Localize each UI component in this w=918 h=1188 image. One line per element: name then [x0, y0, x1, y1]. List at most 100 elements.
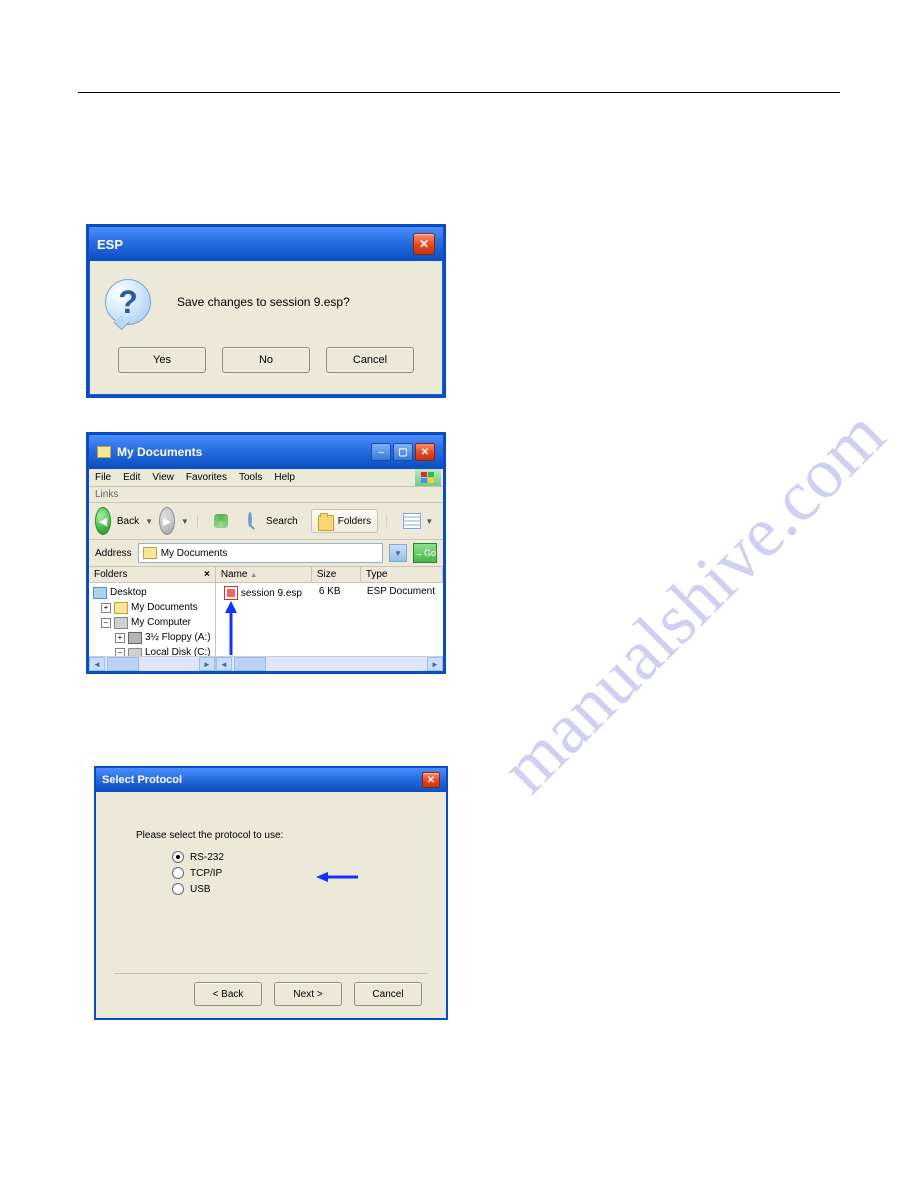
tree-floppy[interactable]: +3½ Floppy (A:): [93, 630, 211, 645]
file-row[interactable]: session 9.esp 6 KB ESP Document: [219, 585, 440, 601]
up-button[interactable]: [207, 509, 235, 533]
chevron-down-icon: ▼: [394, 549, 402, 558]
folders-scrollbar[interactable]: ◄ ►: [89, 656, 215, 671]
search-button[interactable]: Search: [241, 509, 305, 533]
menu-view[interactable]: View: [152, 472, 174, 483]
desktop-icon: [93, 587, 107, 599]
titlebar[interactable]: ESP ✕: [89, 227, 443, 261]
menu-help[interactable]: Help: [274, 472, 295, 483]
close-icon: ✕: [419, 237, 429, 251]
back-button[interactable]: < Back: [194, 982, 262, 1006]
tree-label: Local Disk (C:): [145, 645, 211, 656]
scroll-left-icon[interactable]: ◄: [89, 657, 105, 671]
scroll-right-icon[interactable]: ►: [427, 657, 443, 671]
address-dropdown-button[interactable]: ▼: [389, 544, 407, 562]
address-bar: Address My Documents ▼ → Go: [89, 540, 443, 567]
collapse-icon[interactable]: –: [115, 648, 125, 657]
titlebar[interactable]: Select Protocol ✕: [96, 768, 446, 792]
sort-asc-icon: ▲: [250, 572, 257, 579]
views-button[interactable]: ▼: [396, 509, 440, 533]
links-bar: Links: [89, 487, 443, 503]
scroll-thumb[interactable]: [234, 657, 266, 671]
tree-localc[interactable]: – Local Disk (C:): [93, 645, 211, 656]
minimize-button[interactable]: –: [371, 443, 391, 461]
collapse-icon[interactable]: –: [101, 618, 111, 628]
close-icon: ✕: [427, 775, 435, 786]
file-size: 6 KB: [314, 585, 362, 601]
radio-label: USB: [190, 884, 211, 895]
go-label: Go: [424, 548, 436, 558]
scroll-thumb[interactable]: [107, 657, 139, 671]
folders-header: Folders: [94, 569, 127, 580]
title-text: My Documents: [117, 445, 202, 459]
menu-file[interactable]: File: [95, 472, 111, 483]
explorer-window: My Documents – ▢ ✕ File Edit View Favori…: [86, 432, 446, 674]
tree-label: Desktop: [110, 585, 147, 600]
col-type[interactable]: Type: [361, 567, 443, 582]
file-list-pane: Name ▲ Size Type session 9.esp 6 KB ESP …: [216, 567, 443, 671]
radio-icon: [172, 883, 184, 895]
close-button[interactable]: ✕: [415, 443, 435, 461]
windows-logo-icon: [415, 469, 441, 486]
go-button[interactable]: → Go: [413, 543, 437, 563]
col-name[interactable]: Name ▲: [216, 567, 312, 582]
forward-dropdown-icon[interactable]: ▼: [181, 517, 189, 526]
maximize-button[interactable]: ▢: [393, 443, 413, 461]
col-label: Name: [221, 569, 248, 580]
titlebar[interactable]: My Documents – ▢ ✕: [89, 435, 443, 469]
tree-label: My Documents: [131, 600, 198, 615]
no-button[interactable]: No: [222, 347, 310, 373]
next-button[interactable]: Next >: [274, 982, 342, 1006]
up-icon: [214, 514, 228, 528]
dialog-message: Save changes to session 9.esp?: [177, 295, 350, 309]
list-scrollbar[interactable]: ◄ ►: [216, 656, 443, 671]
folder-icon: [97, 446, 111, 458]
back-button[interactable]: ◄: [95, 507, 111, 535]
tree-mycomp[interactable]: –My Computer: [93, 615, 211, 630]
menu-tools[interactable]: Tools: [239, 472, 262, 483]
radio-label: TCP/IP: [190, 868, 222, 879]
prompt-text: Please select the protocol to use:: [136, 830, 406, 841]
title-text: ESP: [97, 237, 123, 252]
address-value: My Documents: [161, 548, 228, 559]
tree-desktop[interactable]: Desktop: [93, 585, 211, 600]
annotation-arrow-icon: [222, 601, 240, 657]
tree-mydocs[interactable]: + My Documents: [93, 600, 211, 615]
radio-usb[interactable]: USB: [172, 883, 406, 895]
cancel-button[interactable]: Cancel: [326, 347, 414, 373]
radio-icon: [172, 867, 184, 879]
scroll-left-icon[interactable]: ◄: [216, 657, 232, 671]
radio-icon: [172, 851, 184, 863]
back-dropdown-icon[interactable]: ▼: [145, 517, 153, 526]
radio-tcpip[interactable]: TCP/IP: [172, 867, 406, 879]
back-label[interactable]: Back: [117, 516, 139, 527]
search-label: Search: [266, 516, 298, 527]
menu-favorites[interactable]: Favorites: [186, 472, 227, 483]
col-size[interactable]: Size: [312, 567, 361, 582]
radio-rs232[interactable]: RS-232: [172, 851, 406, 863]
yes-button[interactable]: Yes: [118, 347, 206, 373]
menu-edit[interactable]: Edit: [123, 472, 140, 483]
forward-button[interactable]: ►: [159, 507, 175, 535]
folders-tree-pane: Folders × Desktop + My Documents –My Comp…: [89, 567, 216, 671]
question-icon: ?: [105, 279, 151, 325]
floppy-icon: [128, 632, 142, 644]
views-dropdown-icon: ▼: [425, 517, 433, 526]
select-protocol-dialog: Select Protocol ✕ Please select the prot…: [94, 766, 448, 1020]
close-button[interactable]: ✕: [413, 233, 435, 255]
toolbar: ◄ Back ▼ ► ▼ │ Search Folders │ ▼: [89, 503, 443, 540]
folders-button[interactable]: Folders: [311, 509, 378, 533]
folders-close-icon[interactable]: ×: [204, 569, 210, 580]
esp-file-icon: [224, 586, 238, 600]
scroll-right-icon[interactable]: ►: [199, 657, 215, 671]
cancel-button[interactable]: Cancel: [354, 982, 422, 1006]
address-input[interactable]: My Documents: [138, 543, 383, 563]
folder-icon: [143, 547, 157, 559]
hdd-icon: [128, 648, 142, 656]
expand-icon[interactable]: +: [101, 603, 111, 613]
folders-label: Folders: [338, 516, 371, 527]
address-label: Address: [95, 548, 132, 559]
expand-icon[interactable]: +: [115, 633, 125, 643]
close-button[interactable]: ✕: [422, 772, 440, 788]
menu-bar: File Edit View Favorites Tools Help: [89, 469, 443, 487]
